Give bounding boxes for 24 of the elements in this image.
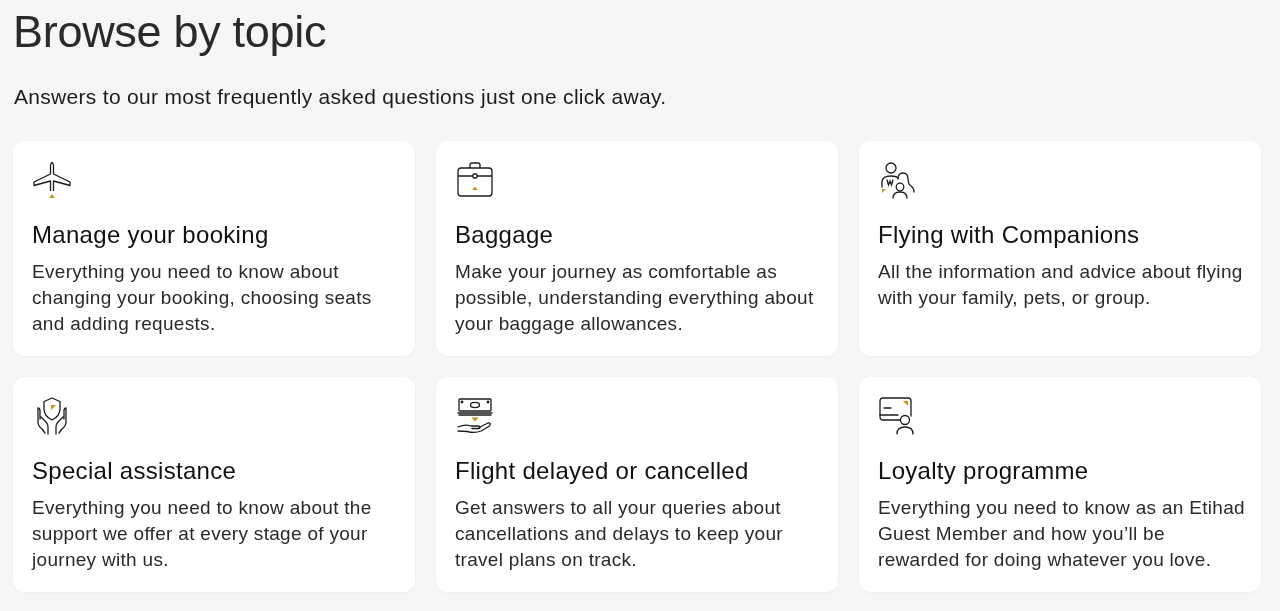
topic-description: Everything you need to know about the support we offer at every stage of your journey with us. xyxy=(32,496,373,572)
page-subtitle: Answers to our most frequently asked questions just one click away. xyxy=(14,84,668,110)
topic-title: Flying with Companions xyxy=(878,221,1141,249)
people-icon xyxy=(878,160,918,200)
topic-card[interactable]: Loyalty programme Everything you need to know as an Etihad Guest Member and how you’ll be rewarded for doing whatever you love. xyxy=(859,377,1261,592)
topic-card[interactable]: Flight delayed or cancelled Get answers to all your queries about cancellations and delays to keep your travel plans on track. xyxy=(436,377,838,592)
cash-in-hand-icon xyxy=(455,396,495,436)
topic-card[interactable]: Flying with Companions All the information and advice about flying with your family, pets, or group. xyxy=(859,141,1261,356)
topic-description: Everything you need to know about changing your booking, choosing seats and adding requests. xyxy=(32,260,373,336)
topic-card[interactable]: Special assistance Everything you need to know about the support we offer at every stage of your journey with us. xyxy=(13,377,415,592)
topic-description: Everything you need to know as an Etihad Guest Member and how you’ll be rewarded for doing whatever you love. xyxy=(878,496,1246,572)
topic-description: All the information and advice about flying with your family, pets, or group. xyxy=(878,260,1244,310)
topic-card[interactable]: Baggage Make your journey as comfortable as possible, understanding everything about your baggage allowances. xyxy=(436,141,838,356)
topic-card[interactable]: Manage your booking Everything you need to know about changing your booking, choosing seats and adding requests. xyxy=(13,141,415,356)
page-title: Browse by topic xyxy=(13,6,328,58)
topic-description: Make your journey as comfortable as possible, understanding everything about your baggage allowances. xyxy=(455,260,815,336)
topic-title: Special assistance xyxy=(32,457,238,485)
topic-description: Get answers to all your queries about cancellations and delays to keep your travel plans on track. xyxy=(455,496,784,572)
airplane-icon xyxy=(32,160,72,200)
topic-title: Baggage xyxy=(455,221,555,249)
briefcase-icon xyxy=(455,160,495,200)
topic-title: Flight delayed or cancelled xyxy=(455,457,750,485)
topic-title: Manage your booking xyxy=(32,221,270,249)
topic-title: Loyalty programme xyxy=(878,457,1090,485)
